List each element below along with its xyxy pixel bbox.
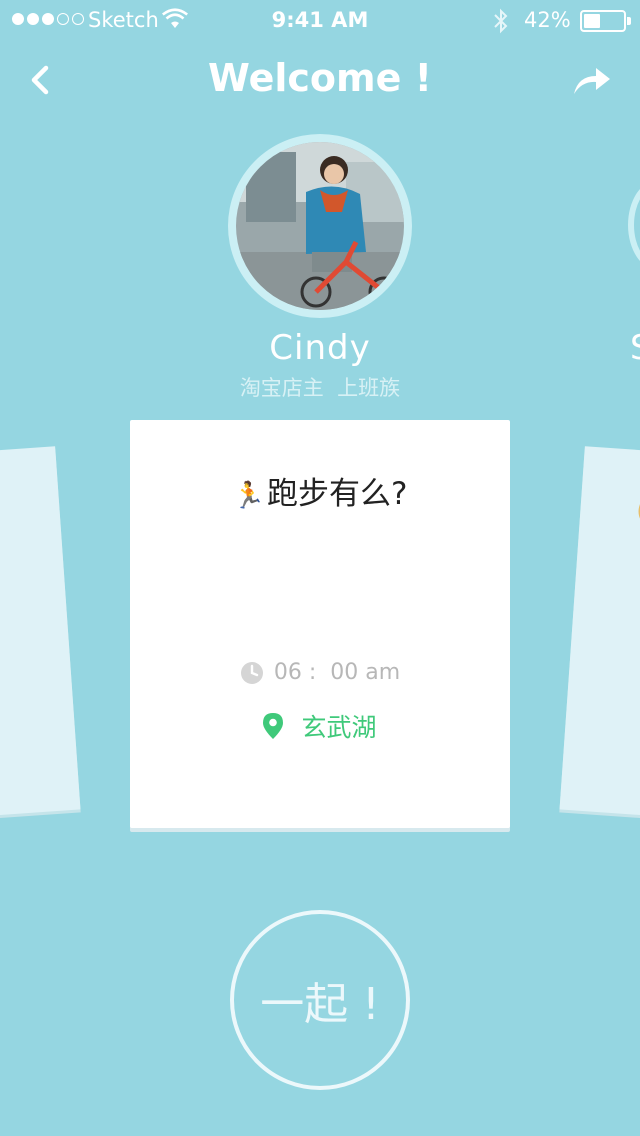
activity-time: 06 : 00 am (273, 660, 401, 685)
activity-time-row: 06 : 00 am (130, 660, 510, 685)
location-pin-icon (263, 713, 284, 739)
battery-level-fill (584, 14, 600, 28)
user-name: Cindy (269, 328, 371, 368)
user-tags: 淘宝店主 上班族 (239, 376, 401, 400)
next-user-avatar[interactable] (628, 180, 640, 270)
screen: Sketch 9:41 AM 42% Welcome ! Cindy 淘宝店主 … (0, 0, 640, 1136)
battery-cap (627, 17, 631, 25)
join-button[interactable]: 一起 ! (230, 910, 410, 1090)
activity-location: 玄武湖 (301, 713, 377, 742)
previous-activity-card[interactable] (0, 446, 81, 822)
next-activity-card[interactable] (559, 446, 640, 822)
battery-percentage: 42% (524, 8, 571, 32)
status-bar: Sketch 9:41 AM 42% (0, 0, 640, 40)
share-arrow-icon[interactable] (570, 62, 614, 98)
battery-icon (580, 10, 626, 32)
clock-icon (240, 661, 263, 684)
activity-title-text: 跑步有么? (266, 476, 408, 512)
activity-location-row: 玄武湖 (130, 708, 510, 744)
page-title: Welcome ! (208, 56, 432, 100)
activity-title: 🏃跑步有么? (130, 468, 510, 513)
join-button-label: 一起 ! (260, 979, 380, 1030)
runner-icon: 🏃 (232, 481, 265, 511)
avatar-photo (236, 142, 406, 310)
activity-card[interactable]: 🏃跑步有么? 06 : 00 am 玄武湖 (130, 420, 510, 828)
bluetooth-icon (494, 8, 508, 34)
next-user-name: S (630, 328, 640, 368)
avatar[interactable] (228, 134, 412, 318)
